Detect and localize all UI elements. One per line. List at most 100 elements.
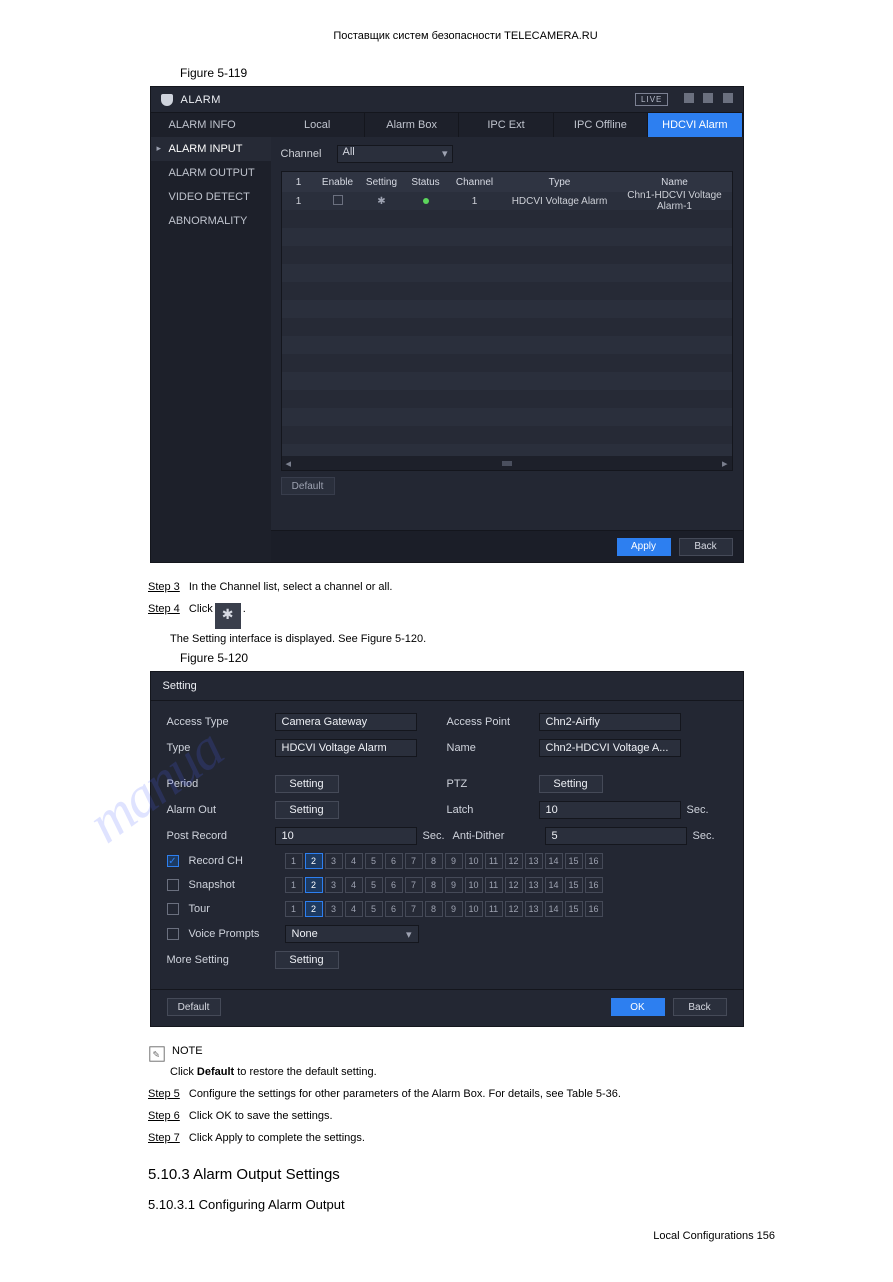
channel-16[interactable]: 16: [585, 901, 603, 917]
channel-11[interactable]: 11: [485, 853, 503, 869]
voice-checkbox[interactable]: [167, 928, 179, 940]
apply-button[interactable]: Apply: [617, 538, 671, 556]
channel-6[interactable]: 6: [385, 853, 403, 869]
panel2-title: Setting: [151, 672, 743, 701]
channel-2[interactable]: 2: [305, 877, 323, 893]
channel-14[interactable]: 14: [545, 901, 563, 917]
sidebar-item-video-detect[interactable]: VIDEO DETECT: [151, 185, 271, 209]
channel-6[interactable]: 6: [385, 877, 403, 893]
channel-4[interactable]: 4: [345, 853, 363, 869]
channel-7[interactable]: 7: [405, 901, 423, 917]
channel-2[interactable]: 2: [305, 901, 323, 917]
channel-5[interactable]: 5: [365, 877, 383, 893]
channel-11[interactable]: 11: [485, 877, 503, 893]
voice-select[interactable]: None: [285, 925, 419, 943]
sidebar-item-abnormality[interactable]: ABNORMALITY: [151, 209, 271, 233]
channel-8[interactable]: 8: [425, 853, 443, 869]
channel-13[interactable]: 13: [525, 901, 543, 917]
channel-select[interactable]: All: [337, 145, 453, 163]
channel-15[interactable]: 15: [565, 853, 583, 869]
back-button-2[interactable]: Back: [673, 998, 727, 1016]
channel-4[interactable]: 4: [345, 877, 363, 893]
alarm-panel: shive.com ALARM LIVE ALARM INFO ALARM IN…: [150, 86, 744, 563]
tab-ipc-offline[interactable]: IPC Offline: [554, 113, 648, 137]
table-row[interactable]: 1 ✱ 1 HDCVI Voltage Alarm Chn1-HDCVI Vol…: [282, 192, 732, 210]
scroll-right-icon[interactable]: ▸: [722, 457, 728, 470]
tab-local[interactable]: Local: [271, 113, 365, 137]
channel-5[interactable]: 5: [365, 853, 383, 869]
channel-1[interactable]: 1: [285, 877, 303, 893]
snapshot-label: Snapshot: [189, 879, 285, 891]
sidebar-item-alarm-output[interactable]: ALARM OUTPUT: [151, 161, 271, 185]
type-field[interactable]: HDCVI Voltage Alarm: [275, 739, 417, 757]
channel-4[interactable]: 4: [345, 901, 363, 917]
record-ch-checkbox[interactable]: ✓: [167, 855, 179, 867]
user-icon[interactable]: [684, 93, 694, 103]
step-3: Step 3 In the Channel list, select a cha…: [148, 581, 783, 593]
scroll-thumb[interactable]: [502, 461, 512, 466]
channel-12[interactable]: 12: [505, 901, 523, 917]
latch-input[interactable]: 10: [539, 801, 681, 819]
ok-button[interactable]: OK: [611, 998, 665, 1016]
channel-14[interactable]: 14: [545, 877, 563, 893]
channel-13[interactable]: 13: [525, 877, 543, 893]
channel-10[interactable]: 10: [465, 877, 483, 893]
channel-10[interactable]: 10: [465, 853, 483, 869]
anti-dither-input[interactable]: 5: [545, 827, 687, 845]
svg-text:✎: ✎: [153, 1050, 161, 1060]
sidebar-item-alarm-input[interactable]: ALARM INPUT: [151, 137, 271, 161]
channel-9[interactable]: 9: [445, 877, 463, 893]
channel-10[interactable]: 10: [465, 901, 483, 917]
alarm-out-setting-button[interactable]: Setting: [275, 801, 339, 819]
back-button[interactable]: Back: [679, 538, 733, 556]
default-button[interactable]: Default: [281, 477, 335, 495]
post-record-input[interactable]: 10: [275, 827, 417, 845]
channel-3[interactable]: 3: [325, 901, 343, 917]
sidebar-item-alarm-info[interactable]: ALARM INFO: [151, 113, 271, 137]
access-type-label: Access Type: [167, 716, 275, 728]
ptz-setting-button[interactable]: Setting: [539, 775, 603, 793]
row-setting-gear-icon[interactable]: ✱: [360, 196, 404, 207]
more-setting-button[interactable]: Setting: [275, 951, 339, 969]
enable-checkbox[interactable]: [333, 195, 343, 205]
default-button[interactable]: Default: [167, 998, 221, 1016]
channel-16[interactable]: 16: [585, 853, 603, 869]
channel-3[interactable]: 3: [325, 853, 343, 869]
channel-8[interactable]: 8: [425, 901, 443, 917]
snapshot-checkbox[interactable]: [167, 879, 179, 891]
channel-12[interactable]: 12: [505, 877, 523, 893]
name-field[interactable]: Chn2-HDCVI Voltage A...: [539, 739, 681, 757]
step-6: Step 6 Click OK to save the settings.: [148, 1110, 783, 1122]
channel-6[interactable]: 6: [385, 901, 403, 917]
channel-13[interactable]: 13: [525, 853, 543, 869]
horizontal-scrollbar[interactable]: ◂ ▸: [282, 456, 732, 470]
channel-9[interactable]: 9: [445, 901, 463, 917]
panel1-titlebar: ALARM LIVE: [151, 87, 743, 113]
access-point-field[interactable]: Chn2-Airfly: [539, 713, 681, 731]
channel-1[interactable]: 1: [285, 853, 303, 869]
channel-15[interactable]: 15: [565, 877, 583, 893]
channel-5[interactable]: 5: [365, 901, 383, 917]
access-type-field[interactable]: Camera Gateway: [275, 713, 417, 731]
channel-1[interactable]: 1: [285, 901, 303, 917]
channel-14[interactable]: 14: [545, 853, 563, 869]
channel-8[interactable]: 8: [425, 877, 443, 893]
channel-7[interactable]: 7: [405, 877, 423, 893]
tour-checkbox[interactable]: [167, 903, 179, 915]
channel-2[interactable]: 2: [305, 853, 323, 869]
grid-icon[interactable]: [723, 93, 733, 103]
snapshot-channels: 12345678910111213141516: [285, 877, 603, 893]
channel-3[interactable]: 3: [325, 877, 343, 893]
channel-9[interactable]: 9: [445, 853, 463, 869]
channel-16[interactable]: 16: [585, 877, 603, 893]
exit-icon[interactable]: [703, 93, 713, 103]
tab-hdcvi-alarm[interactable]: HDCVI Alarm: [648, 113, 742, 137]
channel-15[interactable]: 15: [565, 901, 583, 917]
tab-alarm-box[interactable]: Alarm Box: [365, 113, 459, 137]
period-setting-button[interactable]: Setting: [275, 775, 339, 793]
channel-11[interactable]: 11: [485, 901, 503, 917]
tab-ipc-ext[interactable]: IPC Ext: [459, 113, 553, 137]
channel-12[interactable]: 12: [505, 853, 523, 869]
channel-7[interactable]: 7: [405, 853, 423, 869]
scroll-left-icon[interactable]: ◂: [286, 457, 292, 470]
